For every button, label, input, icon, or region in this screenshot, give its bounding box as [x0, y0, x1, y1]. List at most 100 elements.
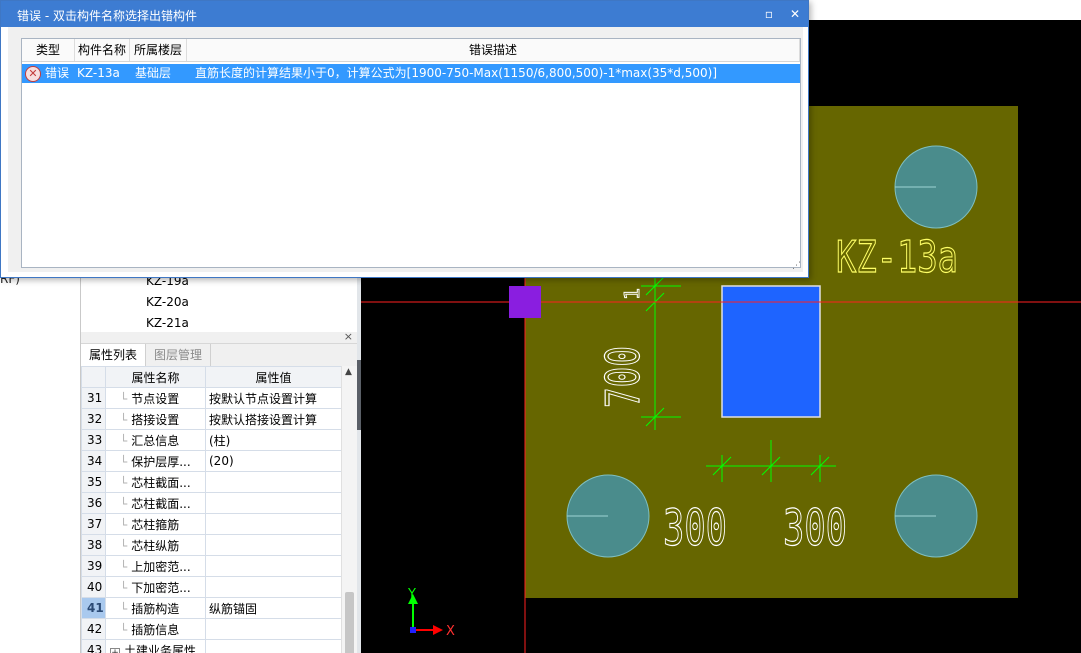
column-header-description[interactable]: 错误描述	[187, 39, 800, 61]
property-row[interactable]: 33 └ 汇总信息 (柱)	[81, 429, 342, 451]
property-name-text: 上加密范...	[131, 559, 191, 574]
property-value[interactable]: (20)	[205, 450, 342, 472]
property-name-text: 节点设置	[131, 391, 180, 406]
property-row[interactable]: 43 + 土建业务属性	[81, 639, 342, 653]
scroll-up-icon[interactable]: ▲	[345, 367, 352, 377]
property-name-text: 插筋构造	[131, 601, 180, 616]
property-value[interactable]	[205, 576, 342, 598]
tree-line-icon: └	[120, 454, 128, 469]
tree-node-kz20a[interactable]: KZ-20a	[146, 295, 189, 309]
property-row[interactable]: 40 └ 下加密范...	[81, 576, 342, 598]
property-row[interactable]: 35 └ 芯柱截面...	[81, 471, 342, 493]
property-table: 属性名称 属性值 31 └ 节点设置 按默认节点设置计算 32 └ 搭接设置 按默认搭接设置计…	[81, 366, 342, 653]
property-row-number: 36	[81, 492, 106, 514]
property-row-number: 32	[81, 408, 106, 430]
property-value[interactable]	[205, 534, 342, 556]
property-row-number: 37	[81, 513, 106, 535]
property-row-number: 31	[81, 387, 106, 409]
dialog-title: 错误 - 双击构件名称选择出错构件	[17, 9, 197, 23]
property-row[interactable]: 42 └ 插筋信息	[81, 618, 342, 640]
dimension-300-right: 300	[783, 499, 847, 557]
pile-bottom-left[interactable]	[566, 474, 650, 558]
tree-line-icon: └	[120, 559, 128, 574]
property-name-text: 芯柱截面...	[131, 475, 191, 490]
maximize-button[interactable]: ▫	[761, 6, 777, 22]
axis-indicator: Y X	[407, 587, 455, 639]
property-row[interactable]: 38 └ 芯柱纵筋	[81, 534, 342, 556]
property-name: + 土建业务属性	[105, 639, 206, 653]
property-row-number: 33	[81, 429, 106, 451]
property-row[interactable]: 41 └ 插筋构造 纵筋锚固	[81, 597, 342, 619]
tree-line-icon: └	[120, 391, 128, 406]
pile-top-right[interactable]	[894, 145, 978, 229]
property-row[interactable]: 31 └ 节点设置 按默认节点设置计算	[81, 387, 342, 409]
property-name: └ 芯柱截面...	[105, 492, 206, 514]
property-tabs: 属性列表 图层管理	[81, 344, 358, 367]
property-row-number: 42	[81, 618, 106, 640]
property-name: └ 插筋构造	[105, 597, 206, 619]
error-component-name[interactable]: KZ-13a	[74, 64, 131, 83]
property-name-text: 芯柱箍筋	[131, 517, 180, 532]
close-button[interactable]: ✕	[787, 6, 803, 22]
column-kz13a[interactable]	[721, 285, 821, 418]
property-name: └ 芯柱截面...	[105, 471, 206, 493]
property-name: └ 汇总信息	[105, 429, 206, 451]
error-list[interactable]: 类型 构件名称 所属楼层 错误描述 ✕ 错误 KZ-13a 基础层 直筋长度的计算…	[21, 38, 801, 268]
tree-line-icon: └	[120, 517, 128, 532]
component-tree[interactable]: KZ-19a KZ-20a KZ-21a	[80, 270, 359, 332]
property-value[interactable]	[205, 513, 342, 535]
dimension-top-fragment: 1	[620, 288, 644, 300]
error-row[interactable]: ✕ 错误 KZ-13a 基础层 直筋长度的计算结果小于0，计算公式为[1900-7…	[22, 64, 800, 83]
tab-property-list[interactable]: 属性列表	[81, 344, 147, 366]
header-row-number	[81, 366, 106, 388]
tree-node-kz21a[interactable]: KZ-21a	[146, 316, 189, 330]
property-row-number: 41	[81, 597, 106, 619]
dialog-titlebar[interactable]: 错误 - 双击构件名称选择出错构件 ▫ ✕	[1, 1, 808, 27]
tab-layer-management[interactable]: 图层管理	[146, 344, 212, 366]
property-row[interactable]: 32 └ 搭接设置 按默认搭接设置计算	[81, 408, 342, 430]
pile-bottom-right[interactable]	[894, 474, 978, 558]
error-type-cell[interactable]: ✕ 错误	[22, 64, 74, 83]
property-value[interactable]	[205, 471, 342, 493]
property-name-text: 下加密范...	[131, 580, 191, 595]
property-scrollbar[interactable]: ▲	[341, 366, 358, 653]
component-label: KZ-13a	[836, 232, 958, 283]
property-row[interactable]: 39 └ 上加密范...	[81, 555, 342, 577]
axis-x-label: X	[446, 624, 455, 639]
property-row[interactable]: 34 └ 保护层厚... (20)	[81, 450, 342, 472]
property-value[interactable]	[205, 492, 342, 514]
property-row-number: 39	[81, 555, 106, 577]
property-value[interactable]	[205, 555, 342, 577]
resize-grip-icon[interactable]: ⋰	[792, 261, 801, 271]
scroll-thumb[interactable]	[345, 592, 354, 653]
tree-line-icon: └	[120, 496, 128, 511]
column-header-component-name[interactable]: 构件名称	[75, 39, 130, 61]
property-value[interactable]: (柱)	[205, 429, 342, 451]
property-value[interactable]	[205, 639, 342, 653]
expand-icon[interactable]: +	[110, 647, 120, 653]
property-value[interactable]	[205, 618, 342, 640]
property-row[interactable]: 36 └ 芯柱截面...	[81, 492, 342, 514]
property-name: └ 芯柱箍筋	[105, 513, 206, 535]
close-icon[interactable]: ×	[344, 332, 353, 343]
property-value[interactable]: 按默认节点设置计算	[205, 387, 342, 409]
tree-line-icon: └	[120, 601, 128, 616]
error-list-header: 类型 构件名称 所属楼层 错误描述	[22, 39, 800, 62]
tree-line-icon: └	[120, 580, 128, 595]
error-type: 错误	[45, 66, 70, 80]
error-floor[interactable]: 基础层	[131, 64, 191, 83]
dialog-body: 类型 构件名称 所属楼层 错误描述 ✕ 错误 KZ-13a 基础层 直筋长度的计算…	[8, 27, 803, 272]
property-row[interactable]: 37 └ 芯柱箍筋	[81, 513, 342, 535]
tree-line-icon: └	[120, 433, 128, 448]
property-value[interactable]: 按默认搭接设置计算	[205, 408, 342, 430]
tree-line-icon: └	[120, 538, 128, 553]
column-header-floor[interactable]: 所属楼层	[130, 39, 187, 61]
header-property-name: 属性名称	[105, 366, 206, 388]
column-header-type[interactable]: 类型	[22, 39, 75, 61]
property-name: └ 芯柱纵筋	[105, 534, 206, 556]
property-value[interactable]: 纵筋锚固	[205, 597, 342, 619]
tree-line-icon: └	[120, 622, 128, 637]
property-name-text: 搭接设置	[131, 412, 180, 427]
error-description[interactable]: 直筋长度的计算结果小于0，计算公式为[1900-750-Max(1150/6,8…	[191, 64, 800, 83]
property-row-number: 35	[81, 471, 106, 493]
